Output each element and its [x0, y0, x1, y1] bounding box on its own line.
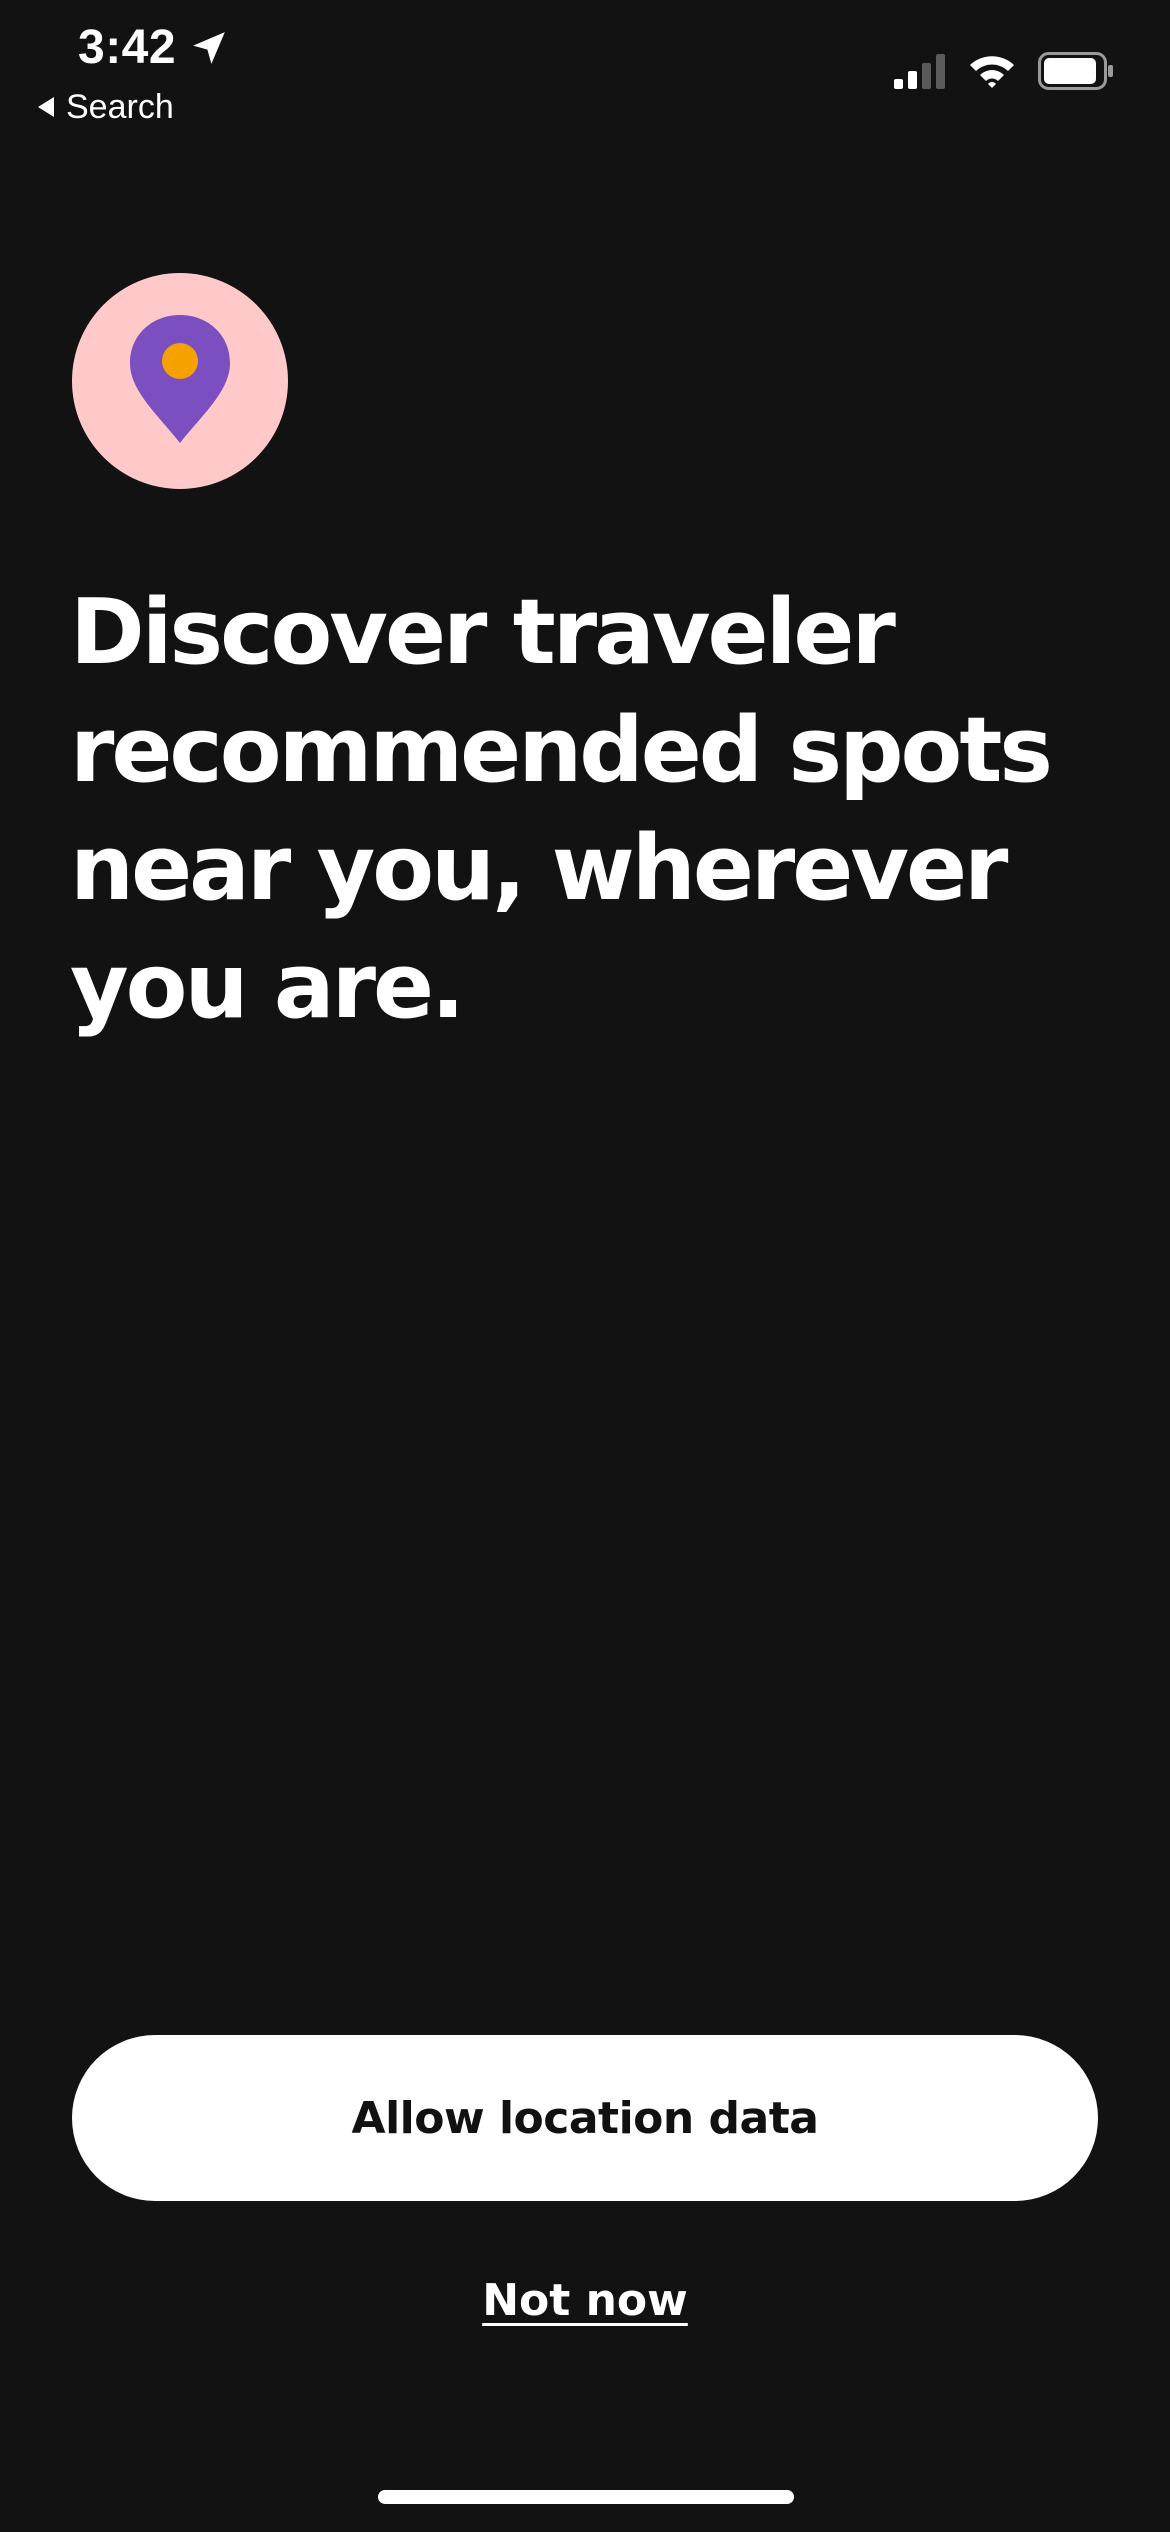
not-now-link[interactable]: Not now: [0, 2275, 1170, 2326]
location-pin-icon: [128, 313, 232, 450]
back-to-search-link[interactable]: Search: [36, 88, 174, 127]
battery-icon: [1038, 52, 1114, 90]
status-time-text: 3:42: [78, 21, 177, 74]
wifi-icon: [968, 53, 1016, 89]
back-triangle-icon: [36, 88, 56, 127]
home-indicator[interactable]: [378, 2490, 794, 2504]
signal-icon: [894, 53, 946, 89]
allow-location-button[interactable]: Allow location data: [72, 2035, 1098, 2201]
status-time: 3:42: [78, 20, 228, 75]
headline: Discover traveler recommended spots near…: [70, 580, 1053, 1039]
status-indicators: [894, 52, 1114, 90]
back-label: Search: [66, 88, 174, 126]
location-pin-badge: [72, 273, 288, 489]
location-arrow-icon: [190, 29, 228, 67]
